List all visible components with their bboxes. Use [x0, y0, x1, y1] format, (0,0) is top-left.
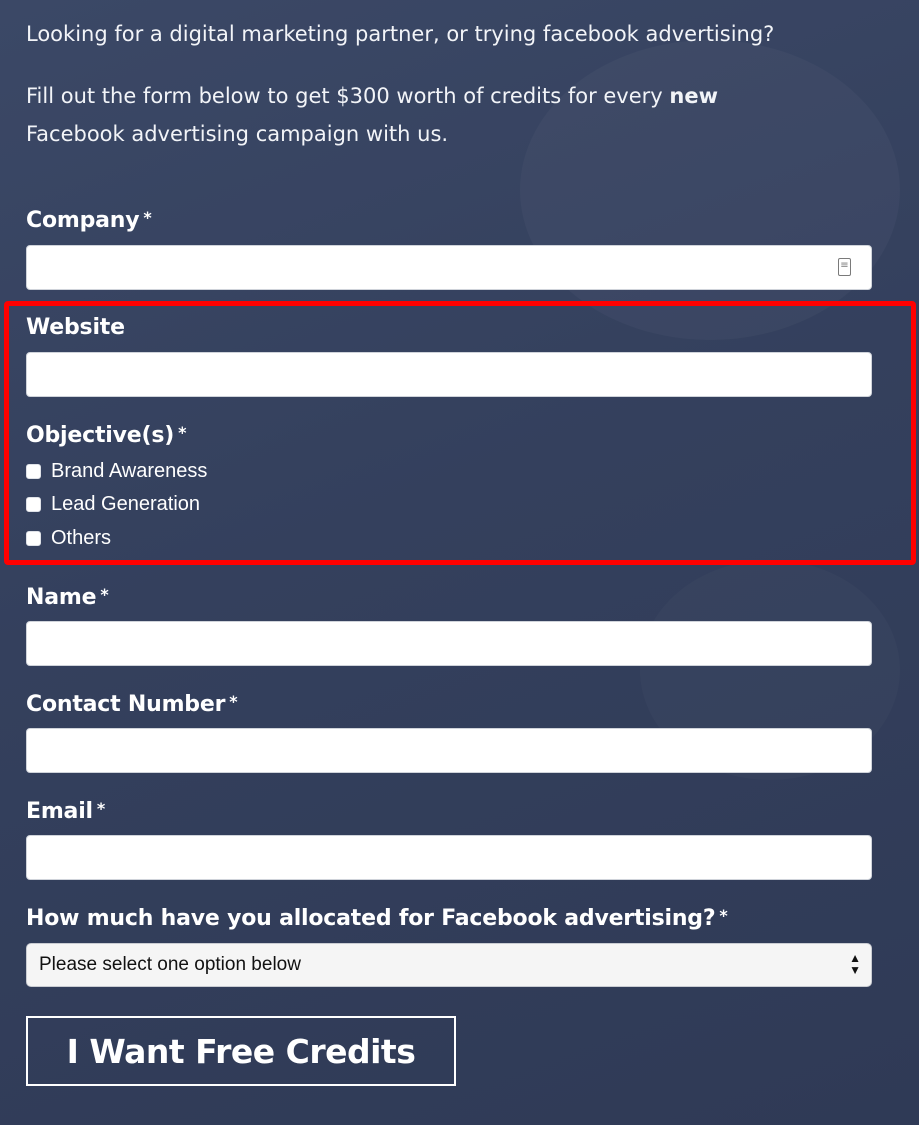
budget-label: How much have you allocated for Facebook…: [26, 906, 728, 931]
objective-option-lead-generation[interactable]: Lead Generation: [26, 491, 200, 517]
intro-line-2: Fill out the form below to get $300 wort…: [26, 77, 718, 115]
checkbox[interactable]: [26, 530, 41, 546]
objectives-label: Objective(s) *: [26, 423, 186, 448]
budget-label-text: How much have you allocated for Facebook…: [26, 906, 716, 931]
email-label-text: Email: [26, 799, 93, 824]
intro-line-1: Looking for a digital marketing partner,…: [26, 22, 775, 46]
contact-card-icon[interactable]: ≡: [838, 258, 851, 276]
required-mark: *: [719, 906, 728, 925]
contact-number-input[interactable]: [26, 728, 872, 773]
required-mark: *: [100, 585, 109, 604]
website-label-text: Website: [26, 315, 125, 340]
intro-text: Fill out the form below to get $300 wort…: [26, 84, 670, 108]
required-mark: *: [143, 208, 152, 227]
company-input[interactable]: ≡: [26, 245, 872, 290]
select-arrows-icon: ▲ ▼: [849, 951, 861, 977]
required-mark: *: [229, 692, 238, 711]
email-label: Email *: [26, 799, 105, 824]
required-mark: *: [96, 799, 106, 818]
name-label-text: Name: [26, 585, 97, 610]
contact-number-label-text: Contact Number: [26, 692, 226, 717]
contact-number-label: Contact Number *: [26, 692, 238, 717]
intro-line-3: Facebook advertising campaign with us.: [26, 122, 449, 146]
objectives-label-text: Objective(s): [26, 423, 175, 448]
objective-option-label: Lead Generation: [51, 492, 201, 515]
objective-option-label: Others: [51, 526, 112, 549]
budget-selected-value: Please select one option below: [39, 954, 301, 975]
submit-button[interactable]: I Want Free Credits: [26, 1016, 456, 1086]
budget-select[interactable]: Please select one option below ▲ ▼: [26, 943, 872, 987]
name-label: Name *: [26, 585, 109, 610]
required-mark: *: [178, 423, 187, 442]
website-input[interactable]: [26, 352, 872, 397]
website-label: Website: [26, 315, 125, 340]
company-label-text: Company: [26, 208, 140, 233]
objective-option-label: Brand Awareness: [51, 459, 208, 482]
company-label: Company *: [26, 208, 152, 233]
name-input[interactable]: [26, 621, 872, 666]
checkbox[interactable]: [26, 496, 41, 512]
objective-option-brand-awareness[interactable]: Brand Awareness: [26, 458, 207, 484]
email-input[interactable]: [26, 835, 872, 880]
checkbox[interactable]: [26, 463, 41, 479]
intro-emphasis: new: [669, 84, 718, 108]
objective-option-others[interactable]: Others: [26, 525, 111, 551]
